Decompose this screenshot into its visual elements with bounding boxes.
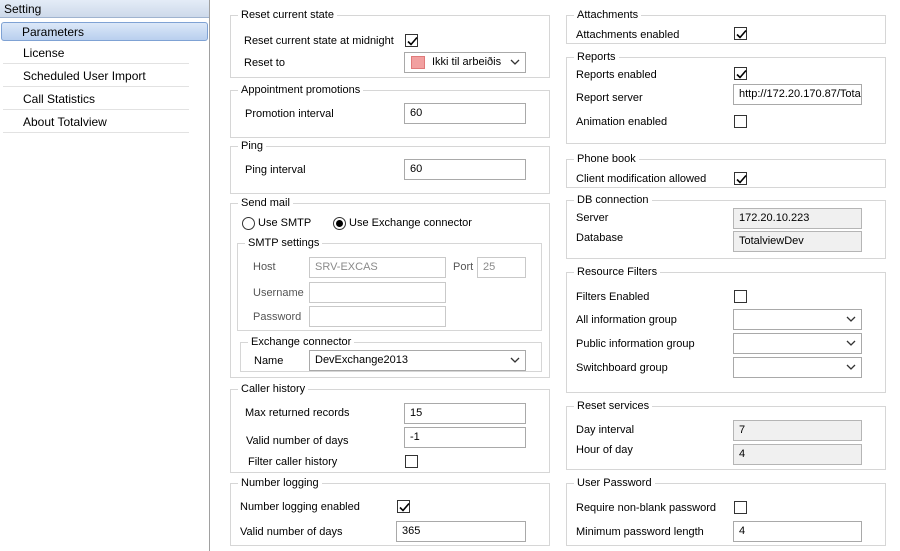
use-exchange-label: Use Exchange connector	[349, 217, 472, 229]
sidebar-header: Setting	[0, 0, 209, 18]
minimum-password-length-input[interactable]: 4	[733, 521, 862, 542]
logging-valid-days-input[interactable]: 365	[396, 521, 526, 542]
filters-enabled-checkbox[interactable]	[734, 290, 747, 303]
sidebar-item-call-statistics[interactable]: Call Statistics	[3, 89, 189, 110]
day-interval-label: Day interval	[576, 424, 635, 436]
smtp-host-label: Host	[253, 261, 276, 273]
attachments-enabled-label: Attachments enabled	[576, 29, 680, 41]
filter-caller-history-label: Filter caller history	[248, 456, 338, 468]
reset-to-select[interactable]: Ikki til arbeiðis	[404, 52, 526, 73]
require-non-blank-password-label: Require non-blank password	[576, 502, 717, 514]
group-title: Send mail	[238, 197, 293, 210]
sidebar-item-about-totalview[interactable]: About Totalview	[3, 112, 189, 133]
client-modification-label: Client modification allowed	[576, 173, 707, 185]
animation-enabled-label: Animation enabled	[576, 116, 668, 128]
animation-enabled-checkbox[interactable]	[734, 115, 747, 128]
use-exchange-radio[interactable]	[333, 217, 346, 230]
checkmark-icon	[399, 502, 410, 512]
exchange-name-select[interactable]: DevExchange2013	[309, 350, 526, 371]
smtp-username-label: Username	[253, 287, 304, 299]
db-database-label: Database	[576, 232, 624, 244]
ping-interval-label: Ping interval	[245, 164, 306, 176]
group-title: DB connection	[574, 194, 652, 207]
group-title: Appointment promotions	[238, 84, 364, 97]
all-information-group-label: All information group	[576, 314, 677, 326]
hour-of-day-input[interactable]: 4	[733, 444, 862, 465]
group-title: Resource Filters	[574, 266, 661, 279]
reset-to-value: Ikki til arbeiðis	[432, 56, 502, 68]
smtp-host-input[interactable]: SRV-EXCAS	[309, 257, 446, 278]
reset-midnight-checkbox[interactable]	[405, 34, 418, 47]
smtp-port-input[interactable]: 25	[477, 257, 526, 278]
group-title: User Password	[574, 477, 655, 490]
smtp-port-label: Port	[453, 261, 474, 273]
reports-enabled-label: Reports enabled	[576, 69, 657, 81]
group-title: Phone book	[574, 153, 639, 166]
group-title: Number logging	[238, 477, 322, 490]
group-title: SMTP settings	[245, 237, 323, 250]
require-non-blank-password-checkbox[interactable]	[734, 501, 747, 514]
sidebar-item-license[interactable]: License	[3, 43, 189, 64]
promotion-interval-input[interactable]: 60	[404, 103, 526, 124]
hour-of-day-label: Hour of day	[576, 444, 633, 456]
public-information-group-label: Public information group	[576, 338, 695, 350]
public-information-group-select[interactable]	[733, 333, 862, 354]
attachments-enabled-checkbox[interactable]	[734, 27, 747, 40]
filters-enabled-label: Filters Enabled	[576, 291, 650, 303]
number-logging-enabled-label: Number logging enabled	[240, 501, 360, 513]
reset-midnight-label: Reset current state at midnight	[244, 35, 394, 47]
group-title: Caller history	[238, 383, 309, 396]
use-smtp-label: Use SMTP	[258, 217, 312, 229]
logging-valid-days-label: Valid number of days	[240, 526, 343, 538]
report-server-label: Report server	[576, 92, 643, 104]
settings-sidebar: Setting Parameters License Scheduled Use…	[0, 0, 210, 551]
sidebar-item-parameters[interactable]: Parameters	[1, 22, 208, 41]
day-interval-input[interactable]: 7	[733, 420, 862, 441]
checkmark-icon	[736, 69, 747, 79]
group-title: Reset services	[574, 400, 653, 413]
exchange-name-label: Name	[254, 355, 284, 367]
client-modification-checkbox[interactable]	[734, 172, 747, 185]
filter-caller-history-checkbox[interactable]	[405, 455, 418, 468]
db-database-input[interactable]: TotalviewDev	[733, 231, 862, 252]
sidebar-item-scheduled-user-import[interactable]: Scheduled User Import	[3, 66, 189, 87]
group-title: Reports	[574, 51, 619, 64]
reports-enabled-checkbox[interactable]	[734, 67, 747, 80]
group-title: Ping	[238, 140, 267, 153]
db-server-label: Server	[576, 212, 609, 224]
smtp-password-label: Password	[253, 311, 302, 323]
use-smtp-radio[interactable]	[242, 217, 255, 230]
checkmark-icon	[736, 174, 747, 184]
chevron-down-icon	[510, 357, 520, 363]
promotion-interval-label: Promotion interval	[245, 108, 334, 120]
group-title: Reset current state	[238, 9, 337, 22]
switchboard-group-select[interactable]	[733, 357, 862, 378]
minimum-password-length-label: Minimum password length	[576, 526, 704, 538]
chevron-down-icon	[510, 59, 520, 65]
report-server-input[interactable]: http://172.20.170.87/Tota	[733, 84, 862, 105]
reset-to-label: Reset to	[244, 57, 285, 69]
all-information-group-select[interactable]	[733, 309, 862, 330]
max-returned-records-input[interactable]: 15	[404, 403, 526, 424]
number-logging-enabled-checkbox[interactable]	[397, 500, 410, 513]
smtp-username-input[interactable]	[309, 282, 446, 303]
chevron-down-icon	[846, 340, 856, 346]
status-color-swatch	[411, 56, 425, 69]
checkmark-icon	[407, 36, 418, 46]
checkmark-icon	[736, 29, 747, 39]
radio-selected-dot	[336, 220, 343, 227]
chevron-down-icon	[846, 316, 856, 322]
db-server-input[interactable]: 172.20.10.223	[733, 208, 862, 229]
smtp-password-input[interactable]	[309, 306, 446, 327]
switchboard-group-label: Switchboard group	[576, 362, 668, 374]
chevron-down-icon	[846, 364, 856, 370]
ping-interval-input[interactable]: 60	[404, 159, 526, 180]
caller-valid-days-label: Valid number of days	[246, 435, 349, 447]
max-returned-records-label: Max returned records	[245, 407, 350, 419]
caller-valid-days-input[interactable]: -1	[404, 427, 526, 448]
group-title: Exchange connector	[248, 336, 355, 349]
exchange-name-value: DevExchange2013	[315, 354, 408, 366]
group-title: Attachments	[574, 9, 642, 22]
